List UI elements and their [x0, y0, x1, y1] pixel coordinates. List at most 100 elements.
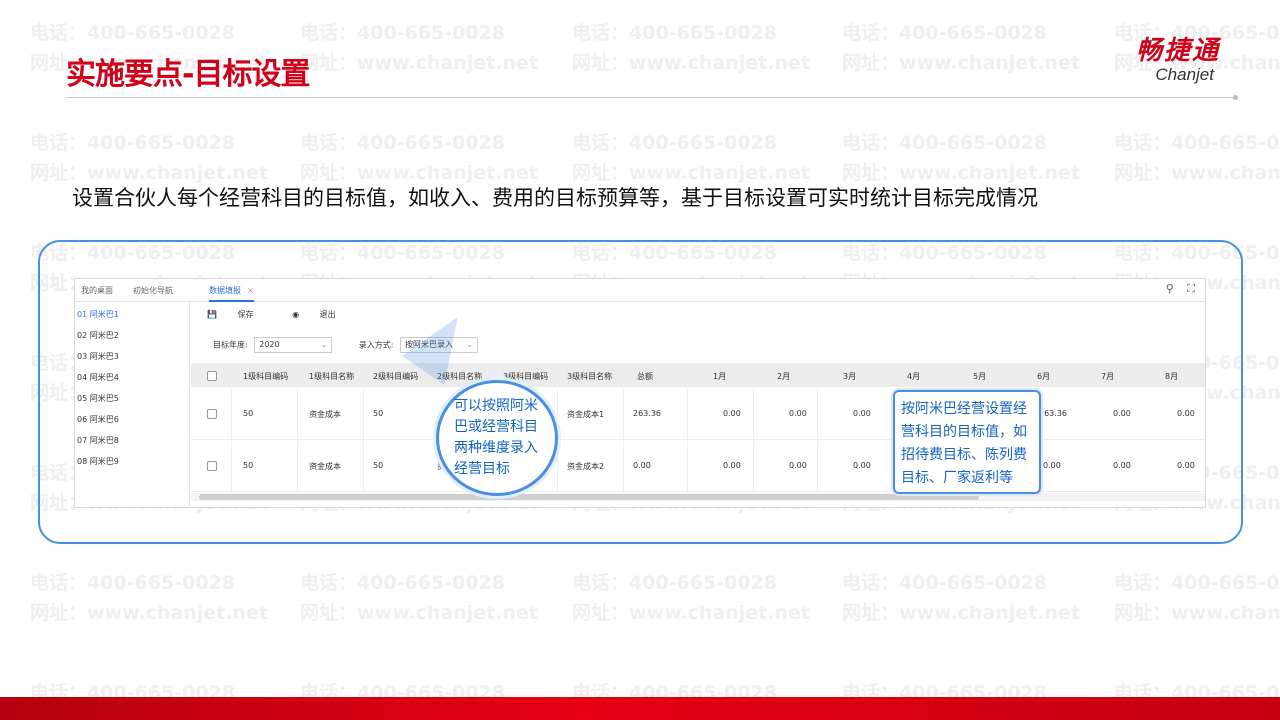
column-divider [687, 441, 688, 491]
table-row[interactable]: 50 资金成本 50 资金成本1 263.36 0.00 0.00 0.00 2… [191, 389, 1205, 440]
table-cell: 0.00 [1113, 409, 1131, 418]
watermark-site: 网址：www.chanjet.net [572, 52, 810, 74]
row-checkbox[interactable] [207, 409, 217, 419]
watermark-text: 电话：400-665-0028网址：www.chanjet.net [1114, 568, 1280, 628]
watermark-text: 电话：400-665-0028网址：www.chanjet.net [572, 128, 810, 188]
column-divider [231, 441, 232, 491]
watermark-site: 网址：www.chanjet.net [572, 602, 810, 624]
col-header: 5月 [973, 372, 987, 381]
column-divider [297, 441, 298, 491]
nav-item-amoeba-5[interactable]: 05 阿米巴5 [77, 393, 119, 404]
tab-init-guide[interactable]: 初始化导航 [133, 285, 173, 296]
watermark-phone: 电话：400-665-0028 [30, 132, 235, 154]
save-button[interactable]: 💾 保存 [207, 310, 272, 319]
watermark-text: 电话：400-665-0028网址：www.chanjet.net [300, 18, 538, 78]
watermark-site: 网址：www.chanjet.net [842, 52, 1080, 74]
table-cell: 0.00 [1177, 461, 1195, 470]
tab-data-entry-label: 数据填报 [209, 286, 241, 295]
save-icon: 💾 [207, 310, 217, 319]
nav-item-amoeba-1[interactable]: 01 阿米巴1 [77, 309, 119, 320]
tab-data-entry[interactable]: 数据填报 × [209, 285, 254, 302]
page-description: 设置合伙人每个经营科目的目标值，如收入、费用的目标预算等，基于目标设置可实时统计… [72, 186, 1038, 210]
nav-item-amoeba-2[interactable]: 02 阿米巴2 [77, 330, 119, 341]
watermark-text: 电话：400-665-0028网址：www.chanjet.net [842, 128, 1080, 188]
tab-bar: 我的桌面 初始化导航 数据填报 × ⚲ ⛶ [75, 279, 1205, 302]
logo-cn-text: 畅捷通 [1135, 36, 1220, 66]
fullscreen-icon[interactable]: ⛶ [1187, 282, 1195, 295]
column-divider [817, 389, 818, 439]
watermark-phone: 电话：400-665-0028 [1114, 132, 1280, 154]
watermark-text: 电话：400-665-0028网址：www.chanjet.net [30, 128, 268, 188]
top-icons: ⚲ ⛶ [1156, 282, 1195, 296]
exit-button[interactable]: ◉ 退出 [292, 310, 354, 319]
nav-item-amoeba-8[interactable]: 07 阿米巴8 [77, 435, 119, 446]
table-cell: 0.00 [853, 409, 871, 418]
watermark-site: 网址：www.chanjet.net [1114, 602, 1280, 624]
scrollbar-thumb[interactable] [199, 494, 979, 500]
table-cell: 50 [373, 461, 384, 470]
column-divider [753, 441, 754, 491]
tab-my-desktop[interactable]: 我的桌面 [81, 285, 113, 296]
col-header: 2月 [777, 372, 791, 381]
callout-right-text: 按阿米巴经营设置经营科目的目标值，如招待费目标、陈列费目标、厂家返利等 [901, 401, 1027, 486]
watermark-text: 电话：400-665-0028网址：www.chanjet.net [572, 18, 810, 78]
year-value: 2020 [259, 340, 280, 349]
watermark-text: 电话：400-665-0028网址：www.chanjet.net [300, 128, 538, 188]
table-cell: 0.00 [853, 461, 871, 470]
year-label: 目标年度: [213, 340, 248, 350]
col-header: 总额 [637, 372, 653, 381]
amoeba-list: 01 阿米巴1 02 阿米巴2 03 阿米巴3 04 阿米巴4 05 阿米巴5 … [75, 301, 190, 507]
nav-item-amoeba-4[interactable]: 04 阿米巴4 [77, 372, 119, 383]
col-header: 4月 [907, 372, 921, 381]
column-divider [623, 389, 624, 439]
table-header: 1级科目编码 1级科目名称 2级科目编码 2级科目名称 3级科目编码 3级科目名… [191, 363, 1205, 387]
table-row[interactable]: 50 资金成本 50 资 资金成本2 0.00 0.00 0.00 0.00 0… [191, 441, 1205, 492]
toolbar: 💾 保存 ◉ 退出 [207, 309, 372, 320]
watermark-site: 网址：www.chanjet.net [30, 602, 268, 624]
col-header: 8月 [1165, 372, 1179, 381]
save-label: 保存 [237, 310, 254, 319]
col-header: 7月 [1101, 372, 1115, 381]
row-checkbox[interactable] [207, 461, 217, 471]
col-header: 6月 [1037, 372, 1051, 381]
watermark-text: 电话：400-665-0028 网址：www.chanjet.net [842, 568, 1080, 628]
tab-close-icon[interactable]: × [247, 286, 254, 295]
column-divider [297, 389, 298, 439]
watermark-site: 网址：www.chanjet.net [842, 602, 1080, 624]
table-cell: 0.00 [1177, 409, 1195, 418]
table-cell: 0.00 [1113, 461, 1131, 470]
nav-item-amoeba-9[interactable]: 08 阿米巴9 [77, 456, 119, 467]
table-cell: 263.36 [1039, 409, 1067, 418]
watermark-phone: 电话：400-665-0028 [30, 22, 235, 44]
watermark-phone: 电话：400-665-0028 [842, 132, 1047, 154]
watermark-text: 电话：400-665-0028 网址：www.chanjet.net [572, 568, 810, 628]
exit-icon: ◉ [292, 310, 300, 319]
table-cell: 50 [373, 409, 384, 418]
watermark-site: 网址：www.chanjet.net [1114, 162, 1280, 184]
col-header: 1级科目编码 [243, 372, 289, 381]
logo-en-text: Chanjet [1155, 65, 1214, 84]
watermark-phone: 电话：400-665-0028 [572, 572, 777, 594]
column-divider [363, 441, 364, 491]
column-divider [231, 389, 232, 439]
select-all-checkbox[interactable] [207, 371, 217, 381]
search-icon[interactable]: ⚲ [1166, 282, 1174, 295]
col-header: 1月 [713, 372, 727, 381]
nav-item-amoeba-3[interactable]: 03 阿米巴3 [77, 351, 119, 362]
horizontal-scrollbar[interactable] [191, 493, 1205, 501]
year-select[interactable]: 2020 ⌄ [254, 337, 333, 353]
nav-item-amoeba-6[interactable]: 06 阿米巴6 [77, 414, 119, 425]
table-cell: 50 [243, 409, 254, 418]
column-divider [557, 441, 558, 491]
header-divider [66, 97, 1234, 98]
table-cell: 0.00 [633, 461, 651, 470]
col-header: 2级科目编码 [373, 372, 419, 381]
table-cell: 50 [243, 461, 254, 470]
table-cell: 0.00 [1043, 461, 1061, 470]
watermark-phone: 电话：400-665-0028 [842, 572, 1047, 594]
table-cell: 0.00 [723, 409, 741, 418]
watermark-site: 网址：www.chanjet.net [300, 602, 538, 624]
watermark-phone: 电话：400-665-0028 [300, 22, 505, 44]
watermark-text: 电话：400-665-0028网址：www.chanjet.net [30, 568, 268, 628]
table-cell: 263.36 [633, 409, 661, 418]
